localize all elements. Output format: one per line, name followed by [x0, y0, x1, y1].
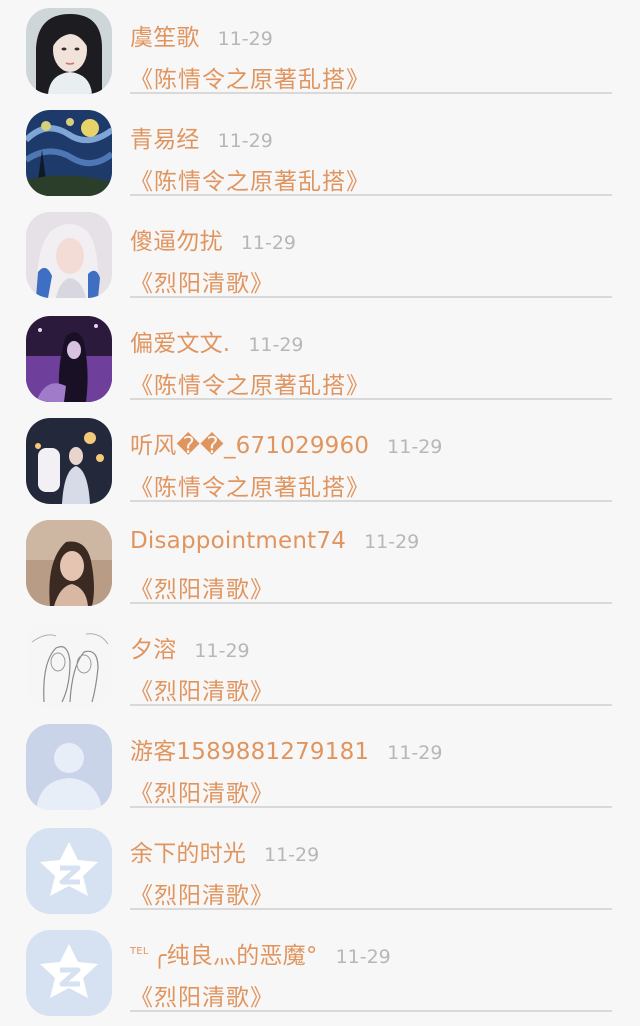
timestamp: 11-29 — [387, 742, 443, 764]
username[interactable]: 傻逼勿扰 — [130, 229, 223, 255]
work-title-link[interactable]: 《烈阳清歌》 — [130, 978, 274, 1012]
girl-blue-hair-icon — [26, 212, 112, 298]
timestamp: 11-29 — [248, 334, 304, 356]
comment-meta: 偏爱文文. 11-29 《陈情令之原著乱搭》 — [130, 320, 612, 400]
list-item[interactable]: TEL ╭纯良灬的恶魔° 11-29 《烈阳清歌》 — [0, 918, 640, 1020]
timestamp: 11-29 — [217, 130, 273, 152]
starry-night-icon — [26, 110, 112, 196]
work-title-link[interactable]: 《烈阳清歌》 — [130, 876, 274, 910]
comment-meta: 余下的时光 11-29 《烈阳清歌》 — [130, 830, 612, 910]
avatar[interactable] — [26, 828, 112, 914]
username[interactable]: Disappointment74 — [130, 528, 346, 554]
work-title-link[interactable]: 《烈阳清歌》 — [130, 672, 274, 706]
list-item[interactable]: 夕溶 11-29 《烈阳清歌》 — [0, 612, 640, 714]
avatar[interactable] — [26, 8, 112, 94]
avatar[interactable] — [26, 724, 112, 810]
portrait-woman-icon — [26, 8, 112, 94]
avatar[interactable] — [26, 622, 112, 708]
list-item[interactable]: 余下的时光 11-29 《烈阳清歌》 — [0, 816, 640, 918]
work-title-link[interactable]: 《烈阳清歌》 — [130, 774, 274, 808]
comment-meta: 夕溶 11-29 《烈阳清歌》 — [130, 626, 612, 706]
username[interactable]: 余下的时光 — [130, 841, 246, 867]
purple-night-icon — [26, 316, 112, 402]
work-title-link[interactable]: 《陈情令之原著乱搭》 — [130, 468, 370, 502]
timestamp: 11-29 — [217, 28, 273, 50]
lantern-night-icon — [26, 418, 112, 504]
work-title-link[interactable]: 《烈阳清歌》 — [130, 264, 274, 298]
avatar[interactable] — [26, 212, 112, 298]
username[interactable]: 偏爱文文. — [130, 331, 230, 357]
timestamp: 11-29 — [364, 531, 420, 553]
username[interactable]: 虞笙歌 — [130, 25, 200, 51]
list-item[interactable]: 傻逼勿扰 11-29 《烈阳清歌》 — [0, 204, 640, 306]
comment-meta: 傻逼勿扰 11-29 《烈阳清歌》 — [130, 218, 612, 298]
work-title-link[interactable]: 《陈情令之原著乱搭》 — [130, 162, 370, 196]
list-item[interactable]: Disappointment74 11-29 《烈阳清歌》 — [0, 510, 640, 612]
avatar[interactable] — [26, 418, 112, 504]
username[interactable]: 夕溶 — [130, 637, 176, 663]
comment-list: 虞笙歌 11-29 《陈情令之原著乱搭》 青易经 11-29 《陈情令之原著乱搭》 — [0, 0, 640, 1026]
list-item[interactable]: 游客1589881279181 11-29 《烈阳清歌》 — [0, 714, 640, 816]
avatar[interactable] — [26, 930, 112, 1016]
list-item[interactable]: 虞笙歌 11-29 《陈情令之原著乱搭》 — [0, 0, 640, 102]
username-text: ╭纯良灬的恶魔° — [152, 943, 318, 969]
username[interactable]: 青易经 — [130, 127, 200, 153]
timestamp: 11-29 — [264, 844, 320, 866]
comment-meta: TEL ╭纯良灬的恶魔° 11-29 《烈阳清歌》 — [130, 932, 612, 1012]
timestamp: 11-29 — [335, 946, 391, 968]
comment-meta: 游客1589881279181 11-29 《烈阳清歌》 — [130, 728, 612, 808]
comment-meta: 青易经 11-29 《陈情令之原著乱搭》 — [130, 116, 612, 196]
sketch-art-icon — [26, 622, 112, 708]
username[interactable]: 游客1589881279181 — [130, 739, 369, 765]
comment-meta: 听风��_671029960 11-29 《陈情令之原著乱搭》 — [130, 422, 612, 502]
qzone-star-icon — [26, 828, 112, 914]
avatar[interactable] — [26, 110, 112, 196]
comment-meta: Disappointment74 11-29 《烈阳清歌》 — [130, 524, 612, 604]
girl-warm-icon — [26, 520, 112, 606]
timestamp: 11-29 — [240, 232, 297, 254]
avatar[interactable] — [26, 316, 112, 402]
tel-prefix: TEL — [130, 946, 149, 958]
comment-meta: 虞笙歌 11-29 《陈情令之原著乱搭》 — [130, 14, 612, 94]
timestamp: 11-29 — [194, 640, 250, 662]
default-user-icon — [26, 724, 112, 810]
username[interactable]: 听风��_671029960 — [130, 433, 369, 459]
qzone-star-icon — [26, 930, 112, 1016]
work-title-link[interactable]: 《陈情令之原著乱搭》 — [130, 366, 370, 400]
work-title-link[interactable]: 《陈情令之原著乱搭》 — [130, 60, 370, 94]
avatar[interactable] — [26, 520, 112, 606]
timestamp: 11-29 — [387, 436, 443, 458]
username[interactable]: TEL ╭纯良灬的恶魔° — [130, 943, 318, 969]
list-item[interactable]: 青易经 11-29 《陈情令之原著乱搭》 — [0, 102, 640, 204]
list-item[interactable]: 偏爱文文. 11-29 《陈情令之原著乱搭》 — [0, 306, 640, 408]
work-title-link[interactable]: 《烈阳清歌》 — [130, 570, 274, 604]
list-item[interactable]: 听风��_671029960 11-29 《陈情令之原著乱搭》 — [0, 408, 640, 510]
